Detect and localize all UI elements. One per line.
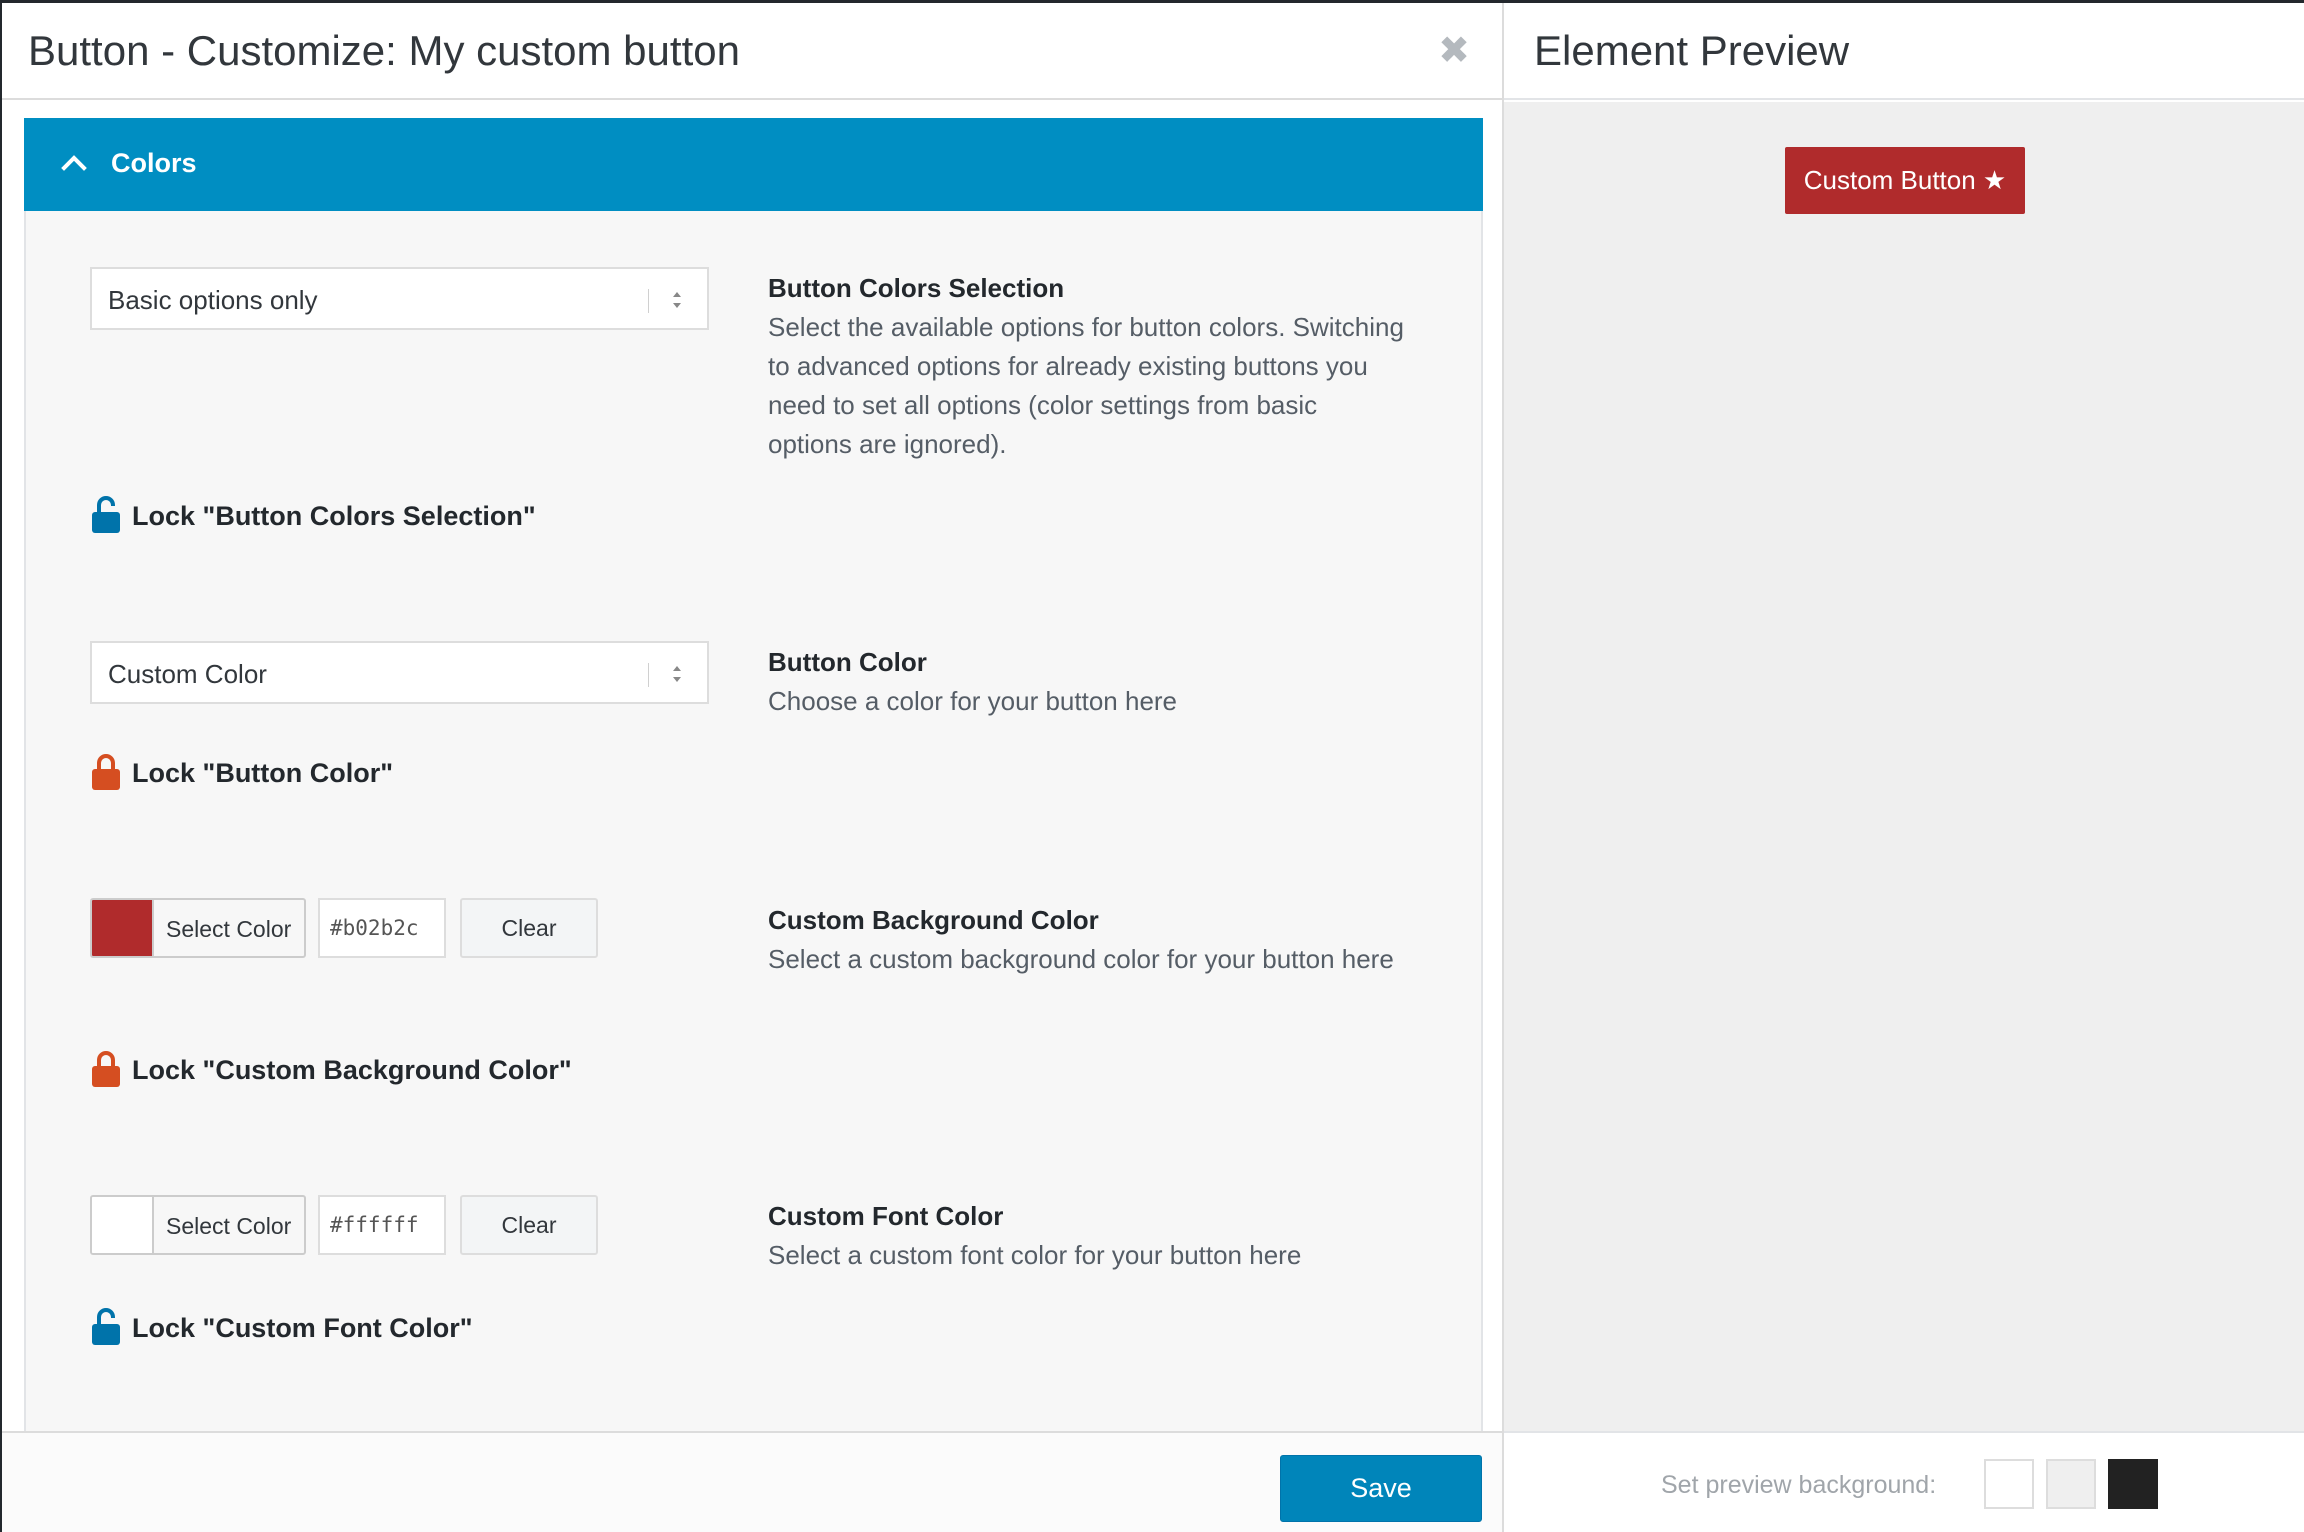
unlocked-padlock-icon [92, 1308, 120, 1345]
option-description: Choose a color for your button here [768, 686, 1178, 716]
color-swatch [92, 1197, 154, 1253]
button-color-select[interactable]: Custom Color [90, 641, 709, 704]
lock-toggle-colors-selection[interactable]: Lock "Button Colors Selection" [90, 495, 550, 535]
preview-bg-dark-swatch[interactable] [2108, 1459, 2158, 1509]
lock-label: Lock "Custom Background Color" [132, 1055, 572, 1085]
chevron-up-icon [61, 155, 87, 171]
background-color-picker: Select Color #b02b2c Clear [90, 898, 600, 958]
section-header-colors[interactable]: Colors [24, 118, 1483, 211]
section-title: Colors [111, 148, 197, 178]
select-value: Basic options only [108, 285, 318, 315]
option-title: Custom Font Color [768, 1201, 1004, 1231]
locked-padlock-icon [92, 754, 120, 790]
select-divider [648, 663, 649, 687]
lock-toggle-button-color[interactable]: Lock "Button Color" [90, 752, 410, 792]
preview-panel: Element Preview Custom Button ★ Set prev… [1504, 3, 2304, 1532]
select-color-label: Select Color [166, 1213, 292, 1239]
select-color-button[interactable]: Select Color [90, 1195, 306, 1255]
clear-button[interactable]: Clear [460, 898, 598, 958]
option-title: Button Colors Selection [768, 273, 1065, 303]
lock-toggle-font-color[interactable]: Lock "Custom Font Color" [90, 1307, 490, 1347]
preview-bg-light-gray-swatch[interactable] [2046, 1459, 2096, 1509]
preview-footer: Set preview background: [1504, 1431, 2304, 1532]
customize-dialog: Button - Customize: My custom button ✖ C… [0, 0, 2304, 1532]
select-divider [648, 289, 649, 313]
colors-section-body: Basic options only Button Colors Selecti… [24, 211, 1483, 1431]
select-value: Custom Color [108, 659, 267, 689]
preview-custom-button[interactable]: Custom Button ★ [1785, 147, 2025, 214]
preview-title: Element Preview [1534, 27, 1850, 74]
editor-header: Button - Customize: My custom button ✖ [2, 3, 1502, 100]
hex-color-input[interactable]: #b02b2c [318, 898, 446, 958]
option-description: Select a custom font color for your butt… [768, 1240, 1302, 1270]
color-swatch [92, 900, 154, 956]
updown-arrows-icon [673, 292, 681, 308]
locked-padlock-icon [92, 1051, 120, 1087]
preview-background-label: Set preview background: [1661, 1471, 1937, 1499]
lock-label: Lock "Button Color" [132, 758, 394, 788]
select-color-label: Select Color [166, 916, 292, 942]
option-title: Custom Background Color [768, 905, 1099, 935]
updown-arrows-icon [673, 666, 681, 682]
button-colors-selection-select[interactable]: Basic options only [90, 267, 709, 330]
save-button[interactable]: Save [1280, 1455, 1482, 1522]
lock-toggle-background-color[interactable]: Lock "Custom Background Color" [90, 1049, 610, 1089]
preview-canvas: Custom Button ★ [1504, 102, 2304, 1431]
unlocked-padlock-icon [92, 496, 120, 533]
editor-footer: Save [2, 1431, 1502, 1532]
preview-bg-white-swatch[interactable] [1984, 1459, 2034, 1509]
font-color-picker: Select Color #ffffff Clear [90, 1195, 600, 1255]
option-description: Select a custom background color for you… [768, 944, 1394, 974]
dialog-title: Button - Customize: My custom button [28, 27, 740, 74]
close-icon[interactable]: ✖ [1434, 31, 1474, 71]
preview-header: Element Preview [1504, 3, 2304, 100]
option-description: Select the available options for button … [768, 312, 1404, 459]
clear-button[interactable]: Clear [460, 1195, 598, 1255]
editor-panel: Button - Customize: My custom button ✖ C… [2, 3, 1504, 1532]
select-color-button[interactable]: Select Color [90, 898, 306, 958]
lock-label: Lock "Custom Font Color" [132, 1313, 473, 1343]
lock-label: Lock "Button Colors Selection" [132, 501, 536, 531]
hex-color-input[interactable]: #ffffff [318, 1195, 446, 1255]
option-title: Button Color [768, 647, 927, 677]
